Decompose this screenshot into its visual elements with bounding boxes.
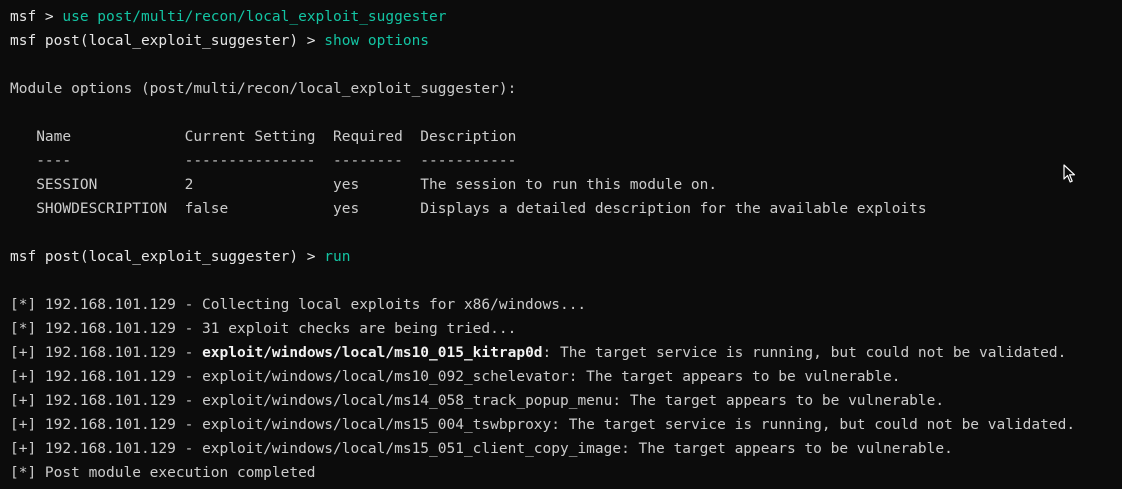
prompt: msf post(local_exploit_suggester) >: [10, 249, 325, 265]
output-line: [*] 192.168.101.129 - Collecting local e…: [10, 297, 587, 313]
result-message: : The target appears to be vulnerable.: [621, 441, 953, 457]
terminal-window[interactable]: msf > use post/multi/recon/local_exploit…: [0, 0, 1122, 489]
result-prefix: [+] 192.168.101.129 -: [10, 417, 203, 433]
command-text: run: [324, 249, 351, 265]
result-message: : The target appears to be vulnerable.: [568, 369, 901, 385]
output-line: [*] 192.168.101.129 - 31 exploit checks …: [10, 321, 517, 337]
output-line: SHOWDESCRIPTION false yes Displays a det…: [10, 201, 927, 217]
exploit-module-name: exploit/windows/local/ms15_004_tswbproxy: [202, 417, 552, 433]
result-prefix: [+] 192.168.101.129 -: [10, 393, 203, 409]
exploit-module-name: exploit/windows/local/ms15_051_client_co…: [202, 441, 622, 457]
command-text: show options: [324, 33, 430, 49]
exploit-module-name: exploit/windows/local/ms10_015_kitrap0d: [202, 345, 543, 361]
result-message: : The target service is running, but cou…: [551, 417, 1076, 433]
exploit-module-name: exploit/windows/local/ms14_058_track_pop…: [202, 393, 613, 409]
command-text: use post/multi/recon/local_exploit_sugge…: [62, 9, 447, 25]
result-prefix: [+] 192.168.101.129 -: [10, 369, 203, 385]
result-line: [+] 192.168.101.129 - exploit/windows/lo…: [10, 437, 1122, 461]
mouse-pointer-icon: [1063, 164, 1076, 183]
output-line: Module options (post/multi/recon/local_e…: [10, 81, 517, 97]
result-prefix: [+] 192.168.101.129 -: [10, 345, 203, 361]
result-prefix: [+] 192.168.101.129 -: [10, 441, 203, 457]
command-line: msf post(local_exploit_suggester) > run: [10, 245, 1122, 269]
result-message: : The target service is running, but cou…: [542, 345, 1067, 361]
output-line: [*] Post module execution completed: [10, 465, 316, 481]
output-line: ---- --------------- -------- ----------…: [10, 153, 517, 169]
prompt: msf post(local_exploit_suggester) >: [10, 33, 325, 49]
output-line: SESSION 2 yes The session to run this mo…: [10, 177, 718, 193]
command-line: msf post(local_exploit_suggester) > show…: [10, 29, 1122, 53]
result-message: : The target appears to be vulnerable.: [612, 393, 945, 409]
output-line: Name Current Setting Required Descriptio…: [10, 129, 517, 145]
result-line: [+] 192.168.101.129 - exploit/windows/lo…: [10, 341, 1122, 365]
result-line: [+] 192.168.101.129 - exploit/windows/lo…: [10, 389, 1122, 413]
command-line: msf > use post/multi/recon/local_exploit…: [10, 5, 1122, 29]
exploit-module-name: exploit/windows/local/ms10_092_schelevat…: [202, 369, 569, 385]
prompt: msf >: [10, 9, 63, 25]
result-line: [+] 192.168.101.129 - exploit/windows/lo…: [10, 365, 1122, 389]
result-line: [+] 192.168.101.129 - exploit/windows/lo…: [10, 413, 1122, 437]
